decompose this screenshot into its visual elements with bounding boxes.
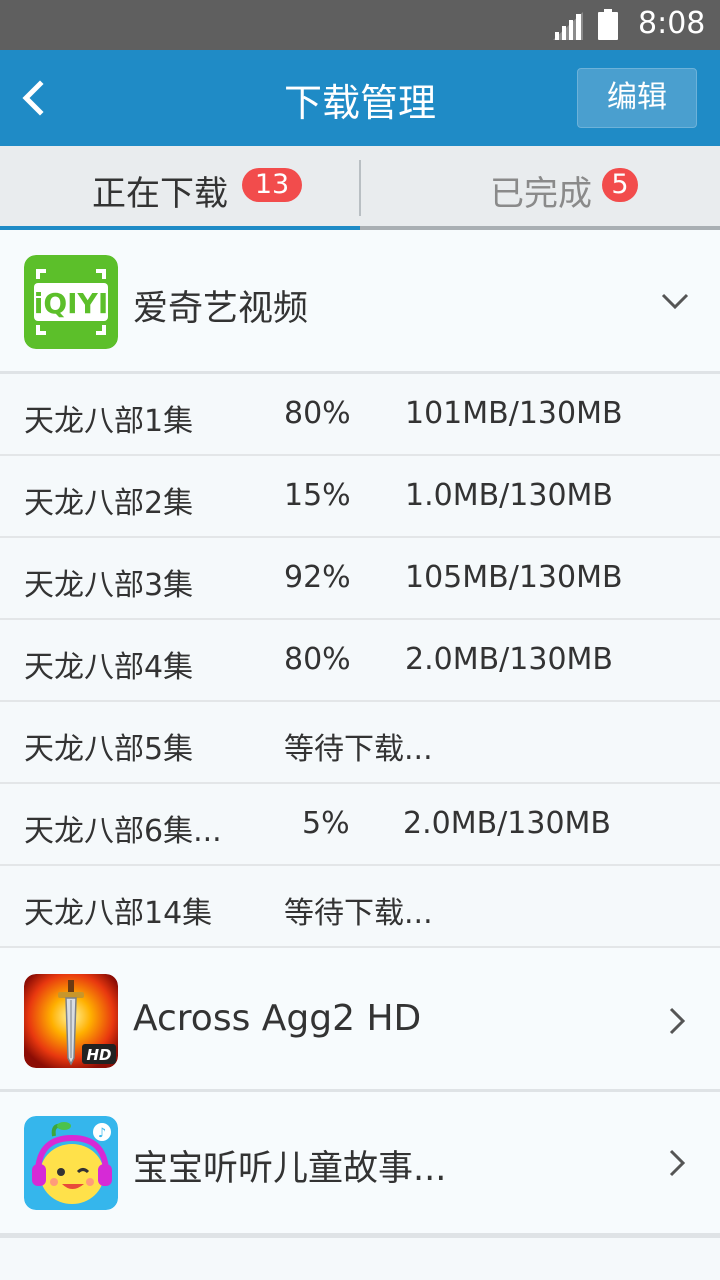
download-size: 1.0MB/130MB: [405, 478, 614, 513]
battery-icon: [598, 9, 618, 40]
download-size: 2.0MB/130MB: [403, 806, 612, 841]
chevron-right-icon[interactable]: [662, 1148, 692, 1178]
status-bar: 8:08: [0, 0, 720, 50]
download-task-row[interactable]: 天龙八部14集 等待下载...: [0, 866, 720, 948]
episode-title: 天龙八部14集: [24, 896, 213, 931]
download-task-row[interactable]: 天龙八部3集 92% 105MB/130MB: [0, 538, 720, 620]
app-name: Across Agg2 HD: [133, 998, 422, 1039]
tab-completed[interactable]: 已完成 5: [360, 146, 720, 230]
tab-downloading-label: 正在下载: [92, 174, 228, 214]
download-progress: 80%: [284, 642, 351, 677]
download-progress: 80%: [284, 396, 351, 431]
app-group-iqiyi[interactable]: iQIYI 爱奇艺视频: [0, 230, 720, 374]
episode-title: 天龙八部3集: [24, 568, 194, 603]
sword-game-app-icon: HD: [24, 974, 118, 1068]
download-task-row[interactable]: 天龙八部6集... 5% 2.0MB/130MB: [0, 784, 720, 866]
download-task-row[interactable]: 天龙八部2集 15% 1.0MB/130MB: [0, 456, 720, 538]
download-status: 等待下载...: [284, 896, 433, 931]
completed-count-badge: 5: [602, 168, 638, 202]
download-progress: 92%: [284, 560, 351, 595]
svg-text:iQIYI: iQIYI: [34, 287, 109, 320]
tab-completed-label: 已完成: [490, 174, 592, 214]
episode-title: 天龙八部6集...: [24, 814, 222, 849]
download-size: 105MB/130MB: [405, 560, 623, 595]
app-group-across-agg2[interactable]: HD Across Agg2 HD: [0, 948, 720, 1092]
app-name: 宝宝听听儿童故事...: [133, 1149, 447, 1189]
download-progress: 5%: [302, 806, 350, 841]
download-task-row[interactable]: 天龙八部5集 等待下载...: [0, 702, 720, 784]
download-status: 等待下载...: [284, 732, 433, 767]
svg-text:HD: HD: [86, 1046, 111, 1064]
download-task-row[interactable]: 天龙八部1集 80% 101MB/130MB: [0, 374, 720, 456]
signal-icon: [553, 12, 583, 40]
download-task-row[interactable]: 天龙八部4集 80% 2.0MB/130MB: [0, 620, 720, 702]
chevron-down-icon[interactable]: [660, 286, 690, 316]
download-progress: 15%: [284, 478, 351, 513]
episode-title: 天龙八部2集: [24, 486, 194, 521]
status-time: 8:08: [638, 6, 706, 41]
chevron-right-icon[interactable]: [662, 1006, 692, 1036]
tab-bar: 正在下载 13 已完成 5: [0, 146, 720, 230]
app-header: 下载管理 编辑: [0, 50, 720, 146]
app-name: 爱奇艺视频: [133, 289, 309, 329]
downloading-count-badge: 13: [242, 168, 302, 202]
tab-downloading[interactable]: 正在下载 13: [0, 146, 360, 230]
download-size: 101MB/130MB: [405, 396, 623, 431]
episode-title: 天龙八部5集: [24, 732, 194, 767]
kids-story-app-icon: ♪: [24, 1116, 118, 1210]
download-task-list: 天龙八部1集 80% 101MB/130MB 天龙八部2集 15% 1.0MB/…: [0, 374, 720, 948]
svg-text:♪: ♪: [98, 1126, 106, 1141]
edit-button[interactable]: 编辑: [577, 68, 697, 128]
app-group-baobao-stories[interactable]: ♪ 宝宝听听儿童故事...: [0, 1092, 720, 1236]
iqiyi-app-icon: iQIYI: [24, 255, 118, 349]
list-bottom-area: [0, 1236, 720, 1280]
episode-title: 天龙八部1集: [24, 404, 194, 439]
episode-title: 天龙八部4集: [24, 650, 194, 685]
download-size: 2.0MB/130MB: [405, 642, 614, 677]
